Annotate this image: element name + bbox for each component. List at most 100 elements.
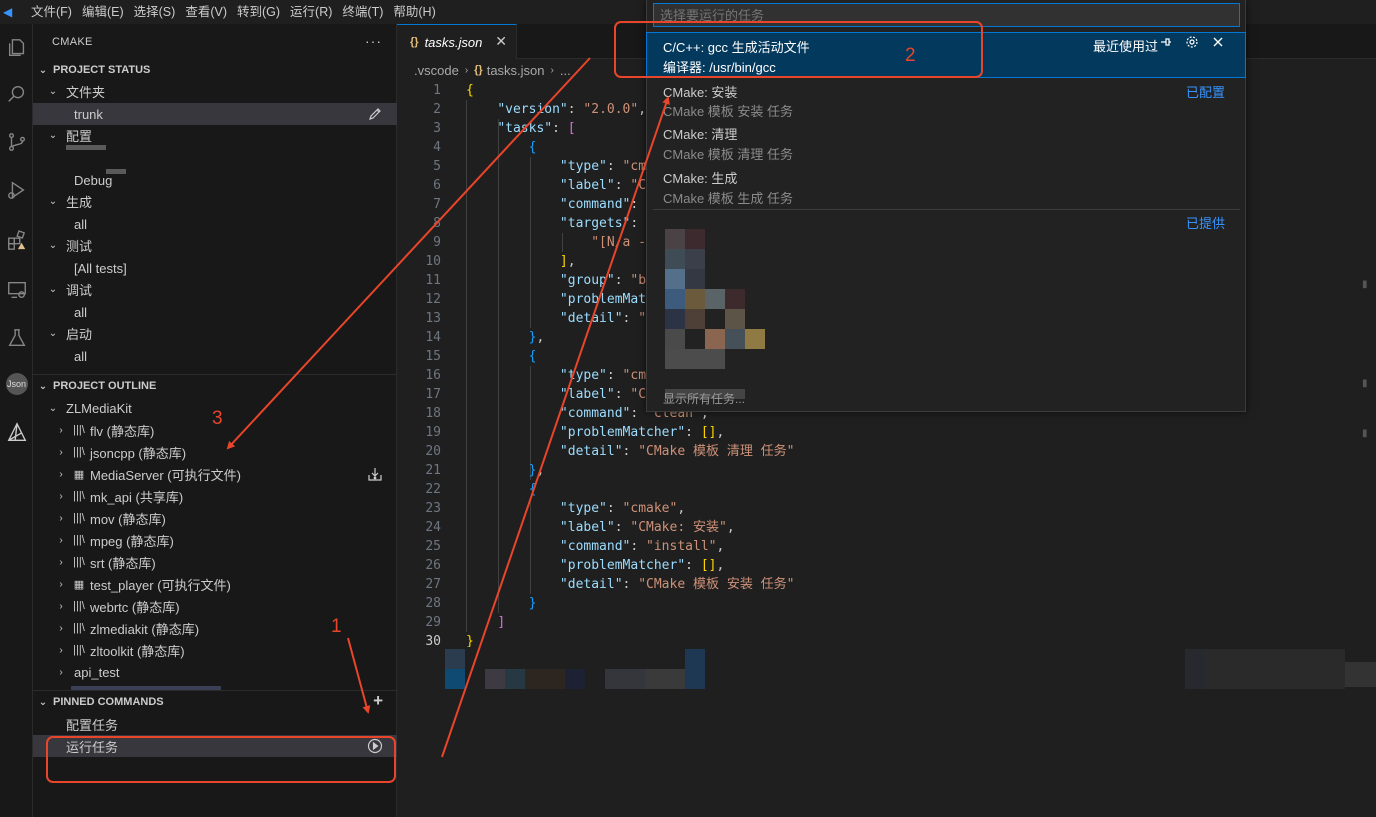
- outline-root-label: ZLMediaKit: [66, 400, 132, 416]
- edit-pencil-icon[interactable]: [367, 106, 383, 122]
- json-file-icon: {}: [474, 64, 483, 76]
- line-number: 13: [425, 311, 441, 326]
- configured-group-label: 已配置: [1185, 85, 1225, 100]
- blurred-content: [1185, 649, 1205, 689]
- task-item-cmake-build[interactable]: CMake: 生成 CMake 模板 生成 任务: [647, 165, 1245, 209]
- line-number: 16: [425, 368, 441, 383]
- search-icon[interactable]: [0, 76, 33, 112]
- folder-value: trunk: [74, 106, 103, 122]
- line-number: 28: [425, 596, 441, 611]
- line-number: 27: [425, 577, 441, 592]
- target-label: mpeg (静态库): [90, 533, 174, 549]
- task-label: CMake: 生成: [663, 171, 738, 186]
- outline-target[interactable]: › |||\ mpeg (静态库): [33, 529, 397, 551]
- menu-edit[interactable]: 编辑(E): [77, 5, 129, 19]
- status-launch-value[interactable]: all: [33, 345, 397, 367]
- json-key: "detail": [559, 311, 623, 326]
- blurred-content: [685, 249, 705, 269]
- json-key: "type": [559, 368, 607, 383]
- blurred-content: [685, 289, 705, 309]
- json-string: "CMake 模板 清理 任务": [638, 444, 795, 459]
- task-item-gcc[interactable]: C/C++: gcc 生成活动文件 编译器: /usr/bin/gcc 最近使用…: [646, 32, 1246, 78]
- breadcrumb-item[interactable]: tasks.json: [487, 63, 545, 78]
- blurred-content: [665, 329, 685, 349]
- json-key: "label": [559, 387, 615, 402]
- task-item-cmake-clean[interactable]: CMake: 清理 CMake 模板 清理 任务: [647, 122, 1245, 166]
- status-test[interactable]: ⌄ 测试: [33, 234, 397, 256]
- outline-target[interactable]: › |||\ mk_api (共享库): [33, 485, 397, 507]
- blurred-content: [725, 289, 745, 309]
- chevron-down-icon: ⌄: [48, 402, 58, 414]
- blurred-content: [685, 269, 705, 289]
- pinned-command-run-task[interactable]: 运行任务: [33, 735, 397, 757]
- status-build[interactable]: ⌄ 生成: [33, 190, 397, 212]
- gear-icon[interactable]: [1185, 35, 1199, 52]
- menu-run[interactable]: 运行(R): [285, 5, 337, 19]
- more-actions-icon[interactable]: ···: [365, 33, 382, 49]
- task-item-cmake-install[interactable]: CMake: 安装 CMake 模板 安装 任务 已配置: [647, 78, 1245, 122]
- status-build-value[interactable]: all: [33, 213, 397, 235]
- outline-target[interactable]: › |||\ zltoolkit (静态库): [33, 639, 397, 661]
- tab-tasks-json[interactable]: {} tasks.json ✕: [397, 24, 517, 59]
- project-outline-header[interactable]: ⌄ PROJECT OUTLINE: [33, 375, 397, 397]
- line-number: 2: [433, 102, 441, 117]
- outline-target[interactable]: › |||\ jsoncpp (静态库): [33, 441, 397, 463]
- status-debug-value[interactable]: all: [33, 301, 397, 323]
- outline-target[interactable]: › |||\ webrtc (静态库): [33, 595, 397, 617]
- task-search-input[interactable]: [653, 3, 1240, 27]
- blurred-content: [685, 649, 705, 689]
- chevron-right-icon: ›: [59, 622, 63, 634]
- project-status-header[interactable]: ⌄ PROJECT STATUS: [33, 59, 397, 81]
- run-debug-icon[interactable]: [0, 172, 33, 208]
- remote-explorer-icon[interactable]: [0, 272, 33, 308]
- testing-icon[interactable]: [0, 320, 33, 356]
- menu-file[interactable]: 文件(F): [26, 5, 77, 19]
- target-label: MediaServer (可执行文件): [90, 467, 241, 483]
- json-string: "2.0.0": [583, 102, 639, 117]
- outline-target[interactable]: › |||\ srt (静态库): [33, 551, 397, 573]
- line-number: 9: [433, 235, 441, 250]
- status-launch[interactable]: ⌄ 启动: [33, 322, 397, 344]
- breadcrumb-item[interactable]: ...: [560, 63, 571, 78]
- show-all-tasks-item[interactable]: 显示所有任务...: [663, 390, 745, 407]
- status-config[interactable]: ⌄ 配置: [33, 124, 397, 146]
- code-line: 29 ]: [397, 613, 1376, 632]
- pin-icon[interactable]: [1159, 35, 1173, 52]
- menu-help[interactable]: 帮助(H): [388, 5, 440, 19]
- status-folder[interactable]: ⌄ 文件夹: [33, 80, 397, 102]
- menu-terminal[interactable]: 终端(T): [337, 5, 388, 19]
- json-icon[interactable]: Json: [0, 366, 33, 402]
- line-number: 26: [425, 558, 441, 573]
- chevron-right-icon: ›: [59, 424, 63, 436]
- status-folder-value[interactable]: trunk: [33, 103, 397, 125]
- status-debug[interactable]: ⌄ 调试: [33, 278, 397, 300]
- status-config-value[interactable]: Debug: [33, 169, 397, 191]
- outline-target[interactable]: › |||\ zlmediakit (静态库): [33, 617, 397, 639]
- breadcrumb-item[interactable]: .vscode: [414, 63, 459, 78]
- explorer-icon[interactable]: [0, 30, 33, 66]
- cmake-icon[interactable]: [0, 414, 33, 450]
- code-line: 27 "detail": "CMake 模板 安装 任务": [397, 575, 1376, 594]
- run-circle-icon[interactable]: [367, 738, 383, 754]
- blurred-content: [665, 249, 685, 269]
- pinned-command[interactable]: 配置任务: [33, 713, 397, 735]
- outline-target[interactable]: › ▦ test_player (可执行文件): [33, 573, 397, 595]
- status-test-value[interactable]: [All tests]: [33, 257, 397, 279]
- add-pinned-command-button[interactable]: +: [373, 692, 383, 710]
- pinned-commands-header[interactable]: ⌄ PINNED COMMANDS +: [33, 691, 397, 713]
- menu-view[interactable]: 查看(V): [180, 5, 232, 19]
- outline-target[interactable]: › |||\ mov (静态库): [33, 507, 397, 529]
- close-icon[interactable]: [1211, 35, 1225, 52]
- source-control-icon[interactable]: [0, 124, 33, 160]
- close-icon[interactable]: ✕: [495, 33, 507, 50]
- menu-selection[interactable]: 选择(S): [129, 5, 181, 19]
- extensions-icon[interactable]: [0, 222, 33, 258]
- menu-go[interactable]: 转到(G): [232, 5, 285, 19]
- library-icon: |||\: [73, 490, 85, 502]
- outline-target[interactable]: › ▦ MediaServer (可执行文件): [33, 463, 397, 485]
- blurred-content: [565, 669, 585, 689]
- outline-folder[interactable]: › api_test: [33, 661, 397, 683]
- set-launch-target-icon[interactable]: [367, 466, 383, 482]
- json-key: "label": [559, 520, 615, 535]
- sidebar-title: CMAKE: [52, 35, 93, 48]
